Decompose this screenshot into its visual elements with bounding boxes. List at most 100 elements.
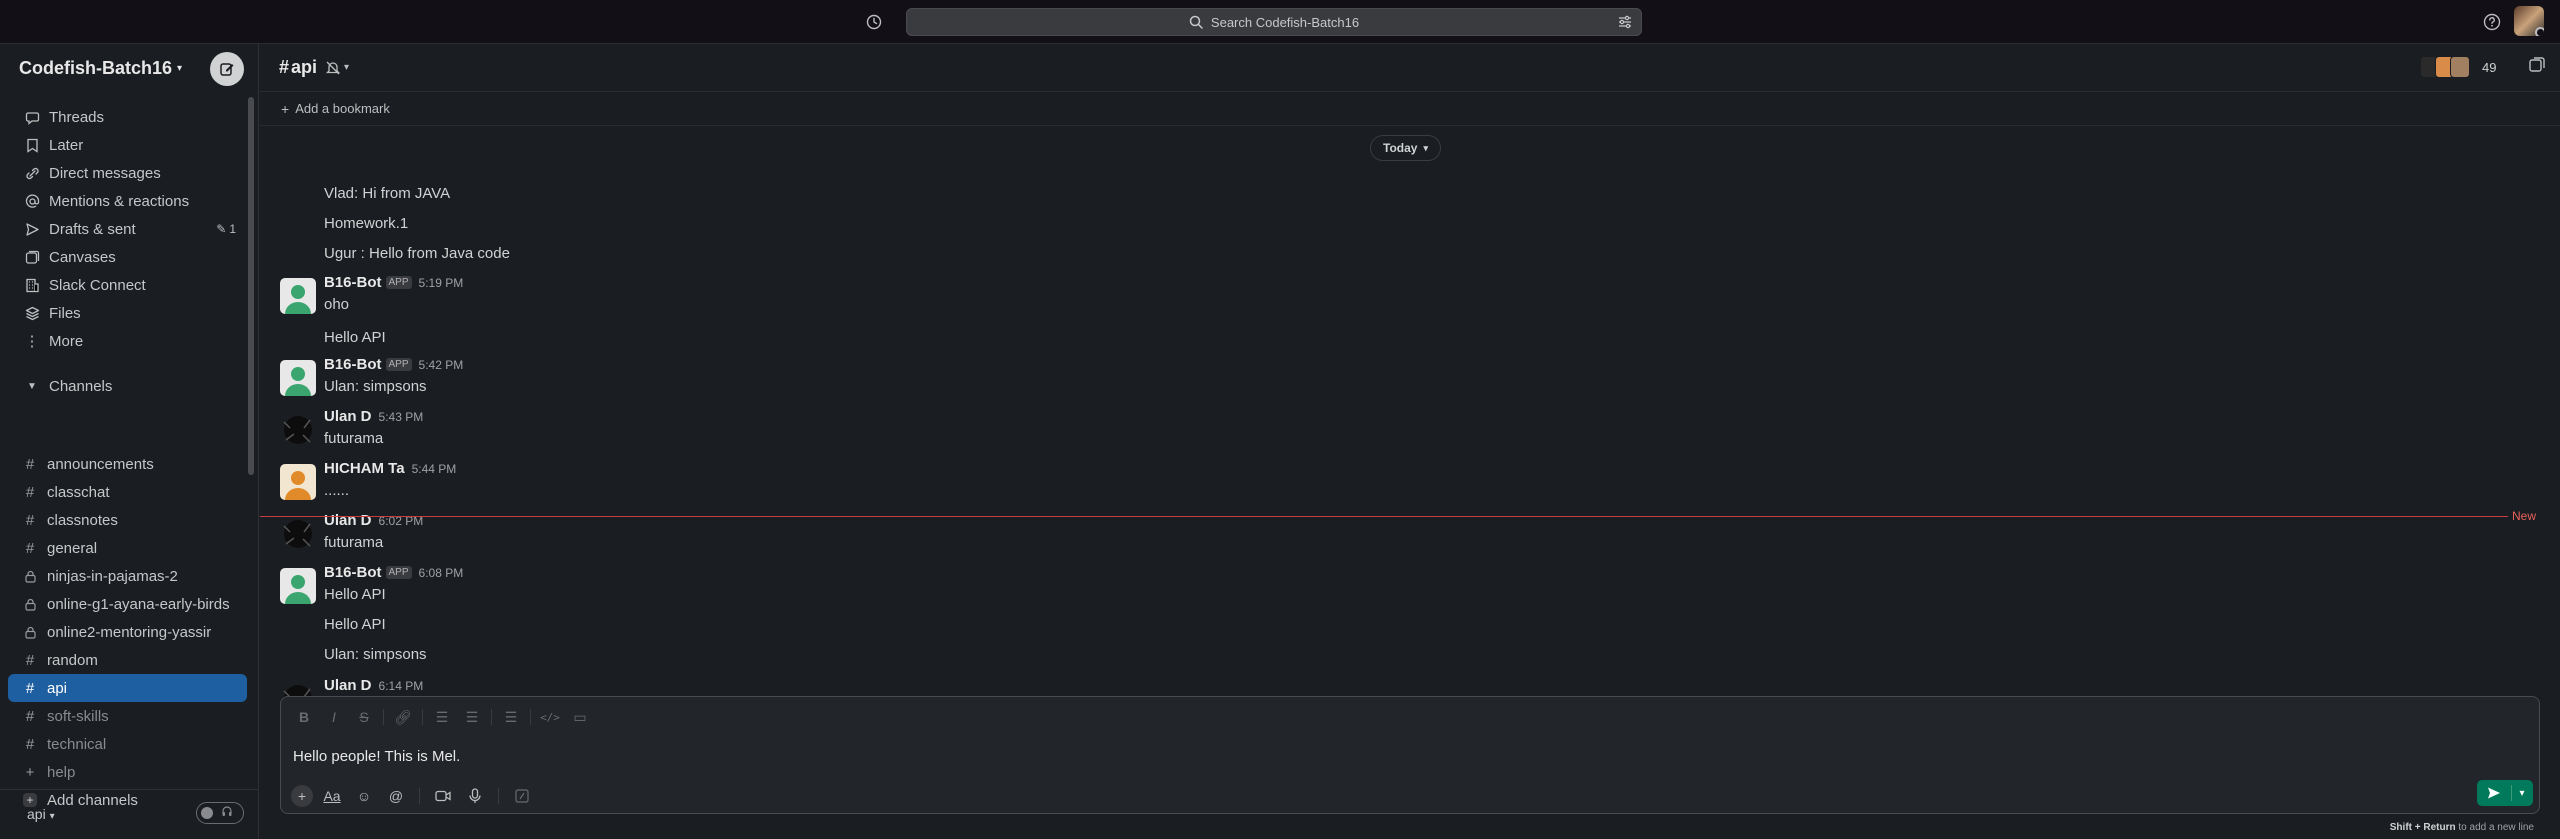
author-name[interactable]: Ulan D (324, 677, 372, 694)
channel-notification-button[interactable]: ▾ (325, 60, 349, 76)
code-icon[interactable]: </> (539, 706, 561, 728)
channel-general[interactable]: # general (8, 534, 247, 562)
date-divider-button[interactable]: Today ▾ (1370, 135, 1441, 161)
author-name[interactable]: B16-Bot (324, 564, 382, 581)
presence-status-icon (2535, 27, 2544, 36)
app-badge: APP (385, 358, 412, 371)
nav-item-canvases[interactable]: Canvases (0, 243, 255, 271)
search-placeholder: Search Codefish-Batch16 (1210, 14, 1360, 30)
message-text: futurama (324, 534, 384, 551)
blockquote-icon[interactable]: ☰ (500, 706, 522, 728)
timestamp[interactable]: 5:43 PM (379, 410, 424, 424)
microphone-icon[interactable] (462, 783, 488, 809)
nav-label: Slack Connect (49, 276, 146, 294)
author-name[interactable]: Ulan D (324, 512, 372, 529)
nav-item-direct-messages[interactable]: Direct messages (0, 159, 255, 187)
avatar[interactable] (280, 516, 316, 552)
footer-channel-switcher[interactable]: api ▾ (27, 806, 55, 822)
channel-classnotes[interactable]: # classnotes (8, 506, 247, 534)
author-name[interactable]: B16-Bot (324, 274, 382, 291)
emoji-icon[interactable]: ☺ (351, 783, 377, 809)
huddle-toggle[interactable] (196, 802, 244, 824)
message-composer[interactable]: B I S 🔗︎ ☰ ☰ ☰ </> ▭ Hello people! This … (280, 696, 2540, 814)
message-header: HICHAM Ta 5:44 PM (324, 460, 456, 477)
sidebar-scrollbar[interactable] (248, 97, 254, 475)
huddle-icon[interactable] (2528, 56, 2546, 79)
channel-random[interactable]: # random (8, 646, 247, 674)
channel-ninjas-in-pajamas-2[interactable]: ninjas-in-pajamas-2 (8, 562, 247, 590)
channel-online2-mentoring-yassir[interactable]: online2-mentoring-yassir (8, 618, 247, 646)
nav-item-threads[interactable]: Threads (0, 103, 255, 131)
nav-label: Canvases (49, 248, 116, 266)
channel-soft-skills[interactable]: # soft-skills (8, 702, 247, 730)
channel-help[interactable]: + help (8, 758, 247, 786)
nav-item-mentions[interactable]: Mentions & reactions (0, 187, 255, 215)
bold-icon[interactable]: B (293, 706, 315, 728)
video-icon[interactable] (430, 783, 456, 809)
italic-icon[interactable]: I (323, 706, 345, 728)
slash-command-icon[interactable] (509, 783, 535, 809)
ordered-list-icon[interactable]: ☰ (431, 706, 453, 728)
member-avatar (2450, 56, 2470, 78)
send-icon[interactable] (2477, 786, 2511, 800)
channel-classchat[interactable]: # classchat (8, 478, 247, 506)
avatar[interactable] (280, 412, 316, 448)
timestamp[interactable]: 6:08 PM (419, 566, 464, 580)
bookmark-bar[interactable]: + Add a bookmark (260, 92, 2560, 126)
author-name[interactable]: HICHAM Ta (324, 460, 405, 477)
bullet-list-icon[interactable]: ☰ (461, 706, 483, 728)
text-format-icon[interactable]: Aa (319, 783, 345, 809)
new-messages-label: New (2512, 509, 2537, 523)
message-input[interactable]: Hello people! This is Mel. (293, 748, 460, 765)
channel-announcements[interactable]: # announcements (8, 450, 247, 478)
nav-item-more[interactable]: ⋮ More (0, 327, 255, 355)
divider (498, 788, 499, 804)
mention-icon[interactable]: @ (383, 783, 409, 809)
code-block-icon[interactable]: ▭ (569, 706, 591, 728)
channel-technical[interactable]: # technical (8, 730, 247, 758)
avatar[interactable] (280, 278, 316, 314)
member-avatars-button[interactable]: 49 (2420, 56, 2496, 78)
channels-section-header[interactable]: ▼ Channels (0, 372, 255, 400)
channel-api[interactable]: # api (8, 674, 247, 702)
avatar[interactable] (280, 464, 316, 500)
timestamp[interactable]: 5:19 PM (419, 276, 464, 290)
chevron-down-icon: ▾ (344, 62, 350, 73)
hash-icon: # (25, 651, 35, 669)
app-badge: APP (385, 566, 412, 579)
channel-hash: # (279, 57, 290, 77)
hash-icon: # (25, 707, 35, 725)
avatar[interactable] (280, 568, 316, 604)
strikethrough-icon[interactable]: S (353, 706, 375, 728)
timestamp[interactable]: 5:44 PM (412, 462, 457, 476)
send-button[interactable]: ▾ (2477, 780, 2533, 806)
message-header: B16-Bot APP 5:19 PM (324, 274, 463, 291)
timestamp[interactable]: 6:14 PM (379, 679, 424, 693)
search-input[interactable]: Search Codefish-Batch16 (906, 8, 1642, 36)
author-name[interactable]: B16-Bot (324, 356, 382, 373)
lock-icon (23, 626, 37, 639)
channel-online-g1-ayana-early-birds[interactable]: online-g1-ayana-early-birds (8, 590, 247, 618)
headphones-icon (221, 804, 233, 822)
channel-header: # api ▾ 49 (260, 44, 2560, 92)
avatar[interactable] (280, 360, 316, 396)
nav-item-files[interactable]: Files (0, 299, 255, 327)
divider (422, 709, 423, 725)
message-header: Ulan D 6:14 PM (324, 677, 423, 694)
filter-icon[interactable] (1617, 14, 1633, 30)
caret-down-icon: ▼ (27, 380, 37, 392)
channel-title[interactable]: api (291, 57, 317, 78)
author-name[interactable]: Ulan D (324, 408, 372, 425)
user-avatar[interactable] (2514, 6, 2544, 36)
help-icon[interactable] (2480, 10, 2504, 34)
timestamp[interactable]: 5:42 PM (419, 358, 464, 372)
message-text: Ulan: simpsons (324, 378, 427, 395)
nav-item-slack-connect[interactable]: Slack Connect (0, 271, 255, 299)
attach-plus-icon[interactable]: + (291, 785, 313, 807)
nav-item-later[interactable]: Later (0, 131, 255, 159)
link-icon[interactable]: 🔗︎ (392, 706, 414, 728)
nav-item-drafts[interactable]: Drafts & sent ✎ 1 (0, 215, 255, 243)
toggle-knob (201, 807, 213, 819)
schedule-chevron-icon[interactable]: ▾ (2512, 788, 2532, 799)
history-icon[interactable] (862, 10, 886, 34)
